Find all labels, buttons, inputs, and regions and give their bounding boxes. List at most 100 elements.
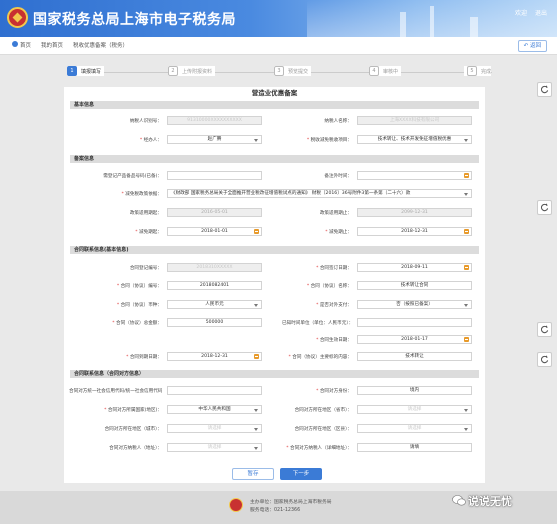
calendar-icon[interactable] [464,173,469,178]
page-title: 营造业优惠备案 [251,89,298,97]
currency-label: * 合同（协议）币种： [116,303,162,308]
expire-date-label: * 合同到期日期： [126,355,162,360]
contract-no-label: * 合同（协议）编号： [116,284,162,289]
sign-date-label: * 合同签订日期： [316,266,352,271]
subject-label: * 合同（协议）主要标的内容： [288,355,353,360]
top-links: 欢迎 退出 [515,8,547,17]
other-id-label: 合同对方统一社会信用代码/统一社会信用代码： [69,389,162,394]
breadcrumb-item[interactable]: 我的首页 [41,41,63,49]
period-input[interactable] [357,318,472,327]
amount-input[interactable]: 500000 [167,318,262,327]
prior-filing-label: 需登记产品备品号码(已备)： [103,174,162,179]
logout-link[interactable]: 退出 [535,8,547,17]
start-date-label: * 减免期起： [135,230,162,235]
refresh-float-button[interactable] [537,200,552,215]
contract-no-input[interactable]: 2018082401 [167,281,262,290]
refresh-icon [540,355,549,364]
prior-date-label: 备注外时间： [324,174,352,179]
breadcrumb-item: 税收优惠备案（税务） [73,43,129,49]
agent-label: * 经办人： [139,138,162,143]
party-type-field[interactable]: 境内 [357,386,472,395]
taxpayer-id-field: 91310000XXXXXXXXXX [167,116,262,125]
form-panel: 营造业优惠备案 基本信息 纳税人识别号： 91310000XXXXXXXXXX … [64,87,485,483]
refresh-icon [540,203,549,212]
calendar-icon[interactable] [254,229,259,234]
back-button[interactable]: ↶ 返回 [517,40,547,52]
calendar-icon[interactable] [464,337,469,342]
reg-no-label: 合同登记编号： [129,266,162,271]
taxpayer-name-label: 纳税人名称： [324,119,352,124]
policy-select[interactable]: 《财政部 国家税务总局关于全面推开营业税改征增值税试点的通知》 财税〔2016〕… [167,189,472,198]
sign-date-input[interactable]: 2018-09-11 [357,263,472,272]
foreign-pay-select[interactable]: 否（按照已备案） [357,300,472,309]
step-3: 3 预览提交 [274,66,312,76]
policy-label: * 减免税政策依据： [121,192,162,197]
footer-phone: 服务电话：021-12366 [250,508,301,513]
step-1: 1 填报填写 [67,66,105,76]
taxpayer-id-label: 纳税人识别号： [129,119,162,124]
calendar-icon[interactable] [464,265,469,270]
watermark-text: 说说无忧 [468,495,512,508]
region-label: 合同对方所在地区（省市）： [294,408,352,413]
tel-label: 合同对方纳税人（地址）： [109,446,162,451]
breadcrumb-home[interactable]: 首页 [12,41,31,49]
refresh-float-button[interactable] [537,82,552,97]
calendar-icon[interactable] [254,354,259,359]
amount-label: * 合同（协议）总金额： [112,321,162,326]
tel-select[interactable]: 请选择 [167,443,262,452]
breadcrumb: 首页 我的首页 税收优惠备案（税务） [12,41,128,49]
contract-name-input[interactable]: 技术转让合同 [357,281,472,290]
footer-host: 主办单位：国家税务总局上海市税务局 [250,500,332,505]
address-input[interactable]: 请填 [357,443,472,452]
step-5: 5 完成 [464,66,492,76]
save-draft-button[interactable]: 暂存 [232,468,274,480]
reg-no-field: 2018310XXXXX [167,263,262,272]
effect-date-label: * 合同生效日期： [316,338,352,343]
site-title: 国家税务总局上海市电子税务局 [33,12,236,28]
welcome-link[interactable]: 欢迎 [515,8,527,17]
step-4: 4 审核中 [369,66,402,76]
end-date-label: * 减免期止： [325,230,352,235]
refresh-icon [540,325,549,334]
city-label: 合同对方所在地区（城市）： [104,427,162,432]
prior-filing-input[interactable] [167,171,262,180]
subject-input[interactable]: 技术转让 [357,352,472,361]
expire-date-input[interactable]: 2018-12-31 [167,352,262,361]
other-id-input[interactable] [167,386,262,395]
calendar-icon[interactable] [464,229,469,234]
banner-skyline [430,6,434,37]
section-filing-info: 备案信息 [70,155,479,163]
tax-item-label: * 税收减免税收项目： [306,138,352,143]
country-select[interactable]: 中华人民共和国 [167,405,262,414]
city-select[interactable]: 请选择 [167,424,262,433]
district-select[interactable]: 请选择 [357,424,472,433]
agent-select[interactable]: 赵广腾 [167,135,262,144]
reg-end-label: 政策适用期止： [319,211,352,216]
effect-date-input[interactable]: 2018-01-17 [357,335,472,344]
reg-start-label: 政策适用期起： [129,211,162,216]
tax-emblem-icon [7,7,28,28]
start-date-input[interactable]: 2018-01-01 [167,227,262,236]
period-label: 已知时间单位（单位：人民币元）： [282,321,352,326]
back-icon: ↶ [523,43,529,49]
header-banner: 国家税务总局上海市电子税务局 欢迎 退出 [0,0,557,37]
reg-start-field: 2016-05-01 [167,208,262,217]
progress-steps: 1 填报填写 2 上传附报资料 3 预览提交 4 审核中 5 完成 [62,66,496,78]
region-select[interactable]: 请选择 [357,405,472,414]
refresh-float-button[interactable] [537,322,552,337]
banner-skyline [470,17,478,37]
end-date-input[interactable]: 2018-12-31 [357,227,472,236]
step-2: 2 上传附报资料 [168,66,216,76]
prior-date-input[interactable] [357,171,472,180]
section-contract-info: 合同联系信息(基本信息) [70,246,479,254]
section-counterparty-info: 合同联系信息（合同对方信息） [70,370,479,378]
refresh-float-button[interactable] [537,352,552,367]
currency-select[interactable]: 人民币元 [167,300,262,309]
reg-end-field: 2099-12-31 [357,208,472,217]
tax-item-select[interactable]: 技术转让、技术开发免征增值税优惠 [357,135,472,144]
next-step-button[interactable]: 下一步 [280,468,322,480]
foreign-pay-label: * 是否对外支付： [316,303,352,308]
address-label: * 合同对方纳税人（详细地址）： [286,446,352,451]
banner-skyline [400,12,406,37]
district-label: 合同对方所在地区（区县）： [294,427,352,432]
